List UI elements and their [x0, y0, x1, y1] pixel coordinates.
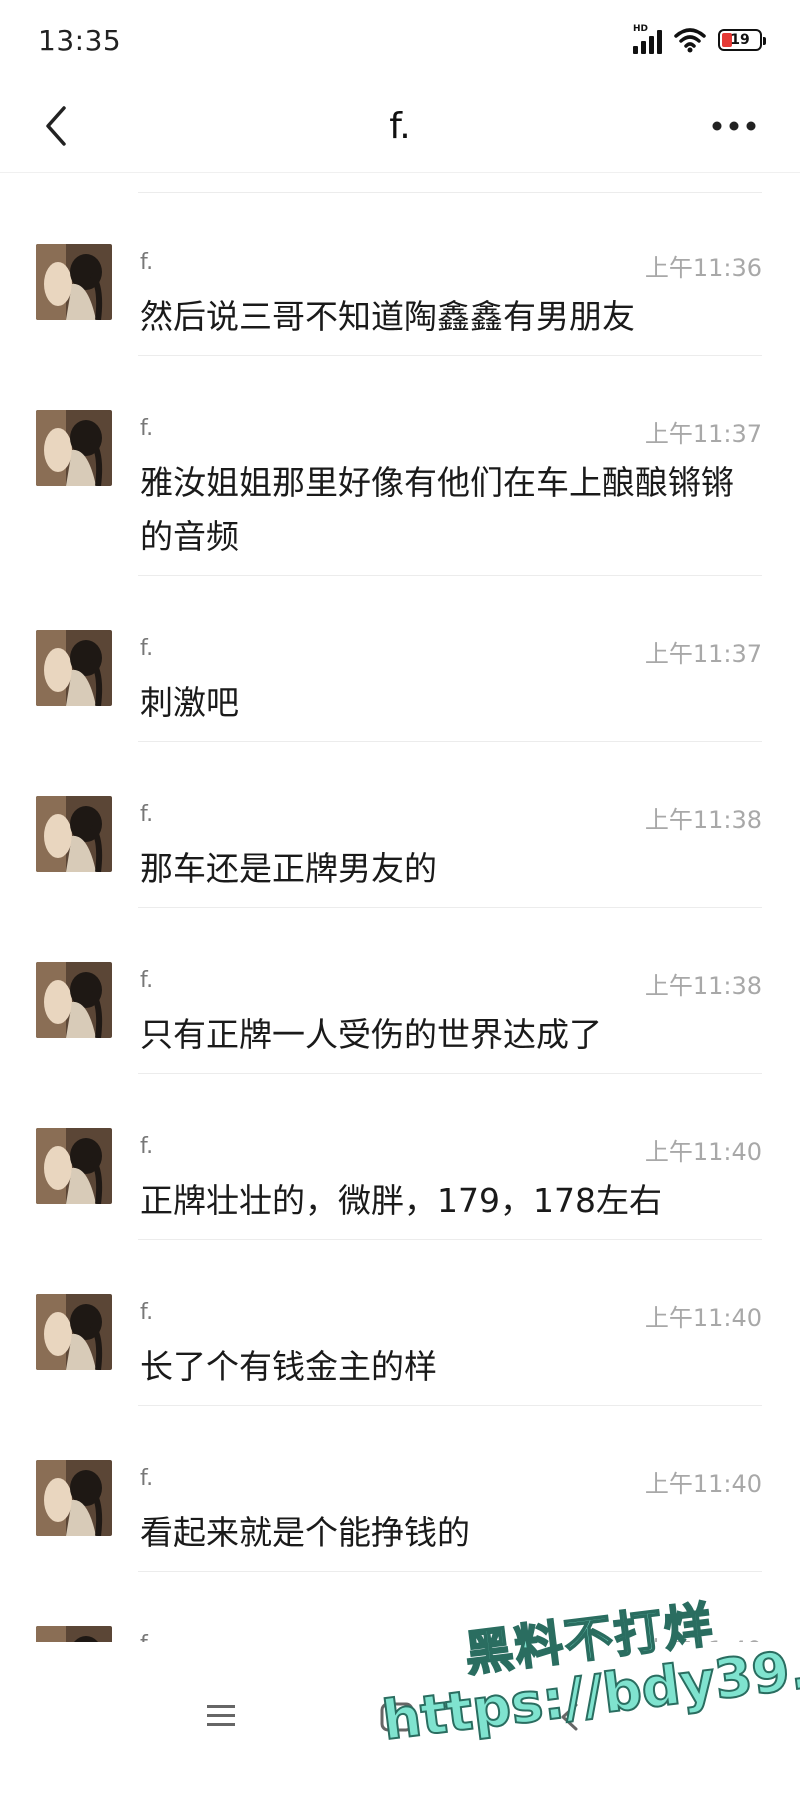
- avatar[interactable]: [36, 962, 112, 1038]
- network-label: HD: [633, 24, 649, 34]
- chat-title: f.: [389, 105, 411, 147]
- message-list[interactable]: f. 上午11:36 然后说三哥不知道陶鑫鑫有男朋友 f. 上午11:37 雅汝姐姐那里好…: [0, 172, 800, 1642]
- wifi-icon: [674, 28, 706, 53]
- message-sender: f.: [140, 802, 154, 827]
- message-text: 雅汝姐姐那里好像有他们在车上酿酿锵锵的音频: [140, 463, 734, 556]
- divider: [138, 355, 762, 356]
- message-row[interactable]: f. 上午11:36 然后说三哥不知道陶鑫鑫有男朋友: [0, 192, 800, 356]
- message-row[interactable]: f. 上午11:38 那车还是正牌男友的: [0, 744, 800, 908]
- message-sender: f.: [140, 968, 154, 993]
- message-text: 然后说三哥不知道陶鑫鑫有男朋友: [140, 297, 635, 336]
- message-text: 看起来就是个能挣钱的: [140, 1513, 470, 1552]
- back-button[interactable]: [28, 98, 84, 154]
- menu-icon[interactable]: [205, 1702, 237, 1730]
- message-time: 上午11:40: [645, 1630, 762, 1642]
- home-icon[interactable]: [380, 1702, 414, 1732]
- message-sender: f.: [140, 636, 154, 661]
- avatar[interactable]: [36, 630, 112, 706]
- battery-icon: 19: [718, 29, 766, 51]
- message-time: 上午11:40: [644, 1304, 762, 1332]
- status-icons: HD 19: [633, 24, 766, 54]
- system-nav-bar: [0, 1642, 800, 1777]
- divider: [138, 741, 762, 742]
- chat-header: f.: [0, 80, 800, 173]
- avatar[interactable]: [36, 1128, 112, 1204]
- avatar[interactable]: [36, 1294, 112, 1370]
- status-bar: 13:35 HD 19: [0, 0, 800, 80]
- message-row[interactable]: f. 上午11:40 长了个有钱金主的样: [0, 1242, 800, 1406]
- message-time: 上午11:36: [644, 254, 762, 282]
- divider: [138, 1405, 762, 1406]
- message-sender: f.: [140, 416, 154, 441]
- more-dots-icon: [712, 121, 756, 131]
- message-row[interactable]: f.上午11:40三哥高高瘦瘦的，白黑一样的: [0, 1574, 800, 1642]
- message-text: 刺激吧: [140, 683, 239, 722]
- message-sender: f.: [140, 1632, 153, 1642]
- avatar[interactable]: [36, 1626, 112, 1642]
- message-row[interactable]: f. 上午11:37 刺激吧: [0, 578, 800, 742]
- more-options-button[interactable]: [704, 98, 764, 154]
- message-time: 上午11:38: [644, 972, 762, 1000]
- message-row[interactable]: f. 上午11:38 只有正牌一人受伤的世界达成了: [0, 910, 800, 1074]
- message-time: 上午11:40: [644, 1470, 762, 1498]
- divider: [138, 1073, 762, 1074]
- message-time: 上午11:37: [644, 420, 762, 448]
- divider: [138, 907, 762, 908]
- message-sender: f.: [140, 1134, 154, 1159]
- battery-level: 19: [730, 32, 750, 48]
- signal-icon: HD: [633, 24, 662, 54]
- chevron-left-icon: [46, 106, 66, 146]
- message-row[interactable]: f. 上午11:37 雅汝姐姐那里好像有他们在车上酿酿锵锵的音频: [0, 358, 800, 576]
- message-sender: f.: [140, 1300, 154, 1325]
- message-text: 长了个有钱金主的样: [140, 1347, 437, 1386]
- divider: [138, 1571, 762, 1572]
- message-text: 那车还是正牌男友的: [140, 849, 437, 888]
- message-sender: f.: [140, 250, 154, 275]
- avatar[interactable]: [36, 244, 112, 320]
- message-row[interactable]: f. 上午11:40 看起来就是个能挣钱的: [0, 1408, 800, 1572]
- divider: [138, 575, 762, 576]
- message-time: 上午11:40: [644, 1138, 762, 1166]
- message-sender: f.: [140, 1466, 154, 1491]
- message-text: 正牌壮壮的，微胖，179，178左右: [140, 1181, 662, 1220]
- back-icon[interactable]: [558, 1702, 580, 1732]
- avatar[interactable]: [36, 796, 112, 872]
- divider: [138, 1239, 762, 1240]
- avatar[interactable]: [36, 410, 112, 486]
- avatar[interactable]: [36, 1460, 112, 1536]
- message-text: 只有正牌一人受伤的世界达成了: [140, 1015, 602, 1054]
- message-time: 上午11:37: [644, 640, 762, 668]
- message-time: 上午11:38: [644, 806, 762, 834]
- status-time: 13:35: [38, 23, 122, 57]
- message-row[interactable]: f. 上午11:40 正牌壮壮的，微胖，179，178左右: [0, 1076, 800, 1240]
